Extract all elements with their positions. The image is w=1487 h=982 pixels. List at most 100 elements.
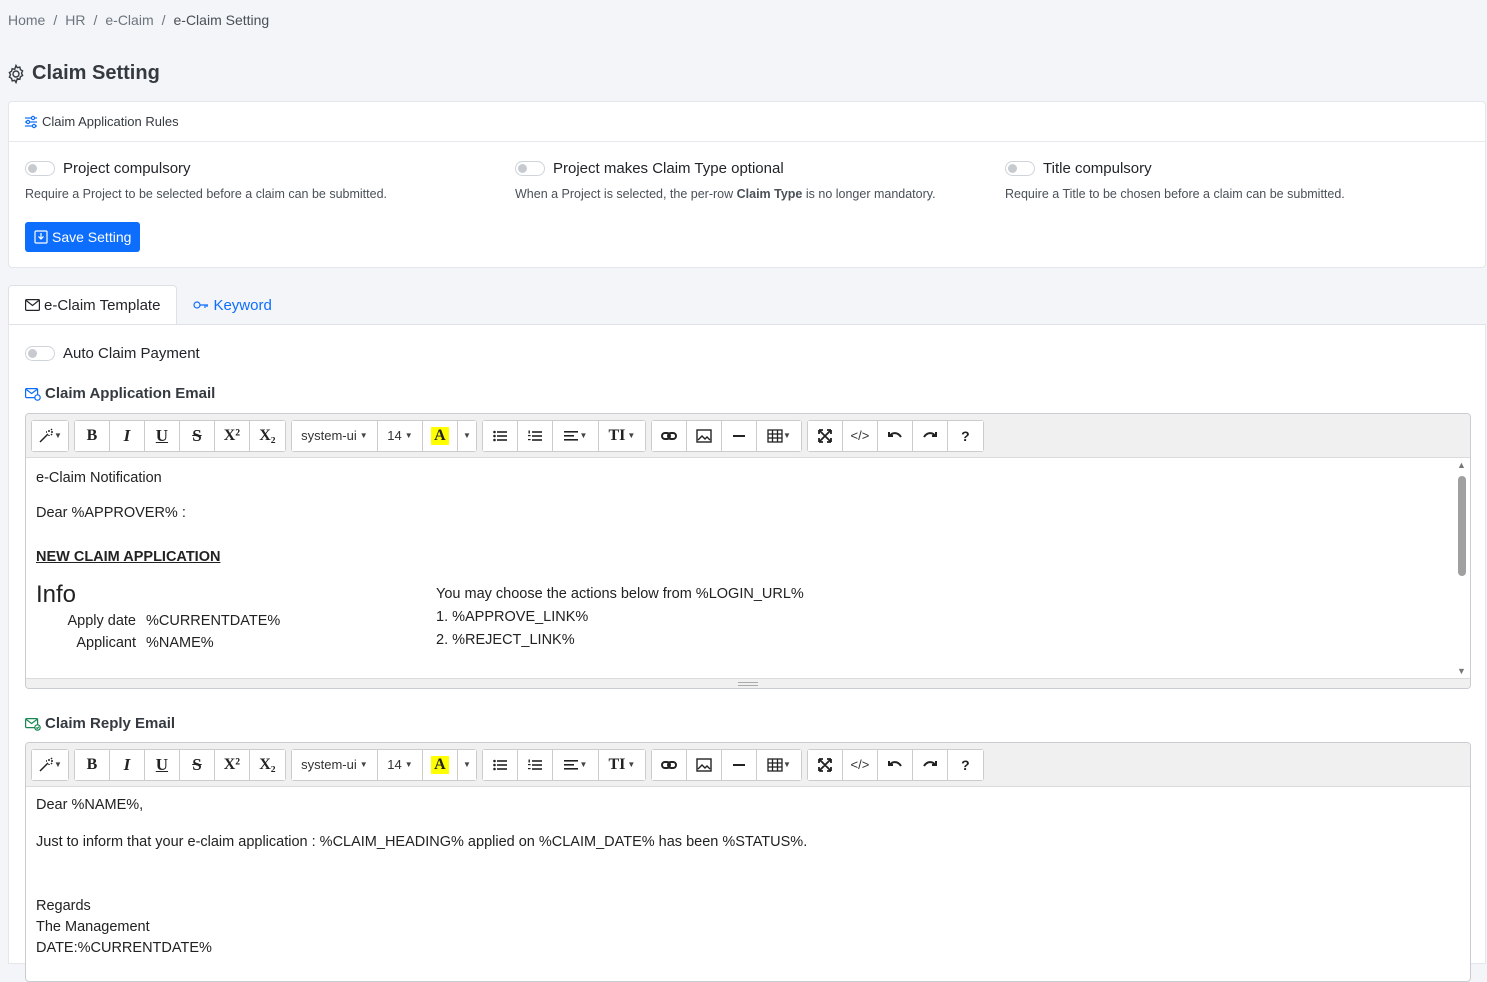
breadcrumb-separator: / [53, 12, 58, 28]
horizontal-rule-button[interactable] [721, 749, 757, 780]
reply-regards: Regards [36, 898, 91, 914]
ordered-list-button[interactable] [517, 420, 553, 451]
email-action-reject: 2. %REJECT_LINK% [436, 632, 575, 648]
toolbar-group-format: B I U S X² X₂ [73, 419, 286, 452]
bold-button[interactable]: B [74, 420, 110, 451]
email-action-approve: 1. %APPROVE_LINK% [436, 609, 589, 625]
font-size-dropdown[interactable]: 14 ▼ [377, 420, 423, 451]
magic-wand-button[interactable]: ▼ [32, 749, 68, 780]
subscript-button[interactable]: X₂ [249, 420, 285, 451]
italic-button[interactable]: I [109, 749, 145, 780]
font-family-dropdown[interactable]: system-ui ▼ [291, 749, 378, 780]
text-style-dropdown[interactable]: TI ▼ [598, 420, 645, 451]
insert-table-dropdown[interactable]: ▼ [756, 420, 801, 451]
breadcrumb-eclaim[interactable]: e-Claim [105, 12, 153, 28]
toolbar-group-style: ▼ [31, 419, 69, 452]
expand-icon [818, 428, 832, 443]
strikethrough-button[interactable]: S [179, 749, 215, 780]
paragraph-align-dropdown[interactable]: ▼ [552, 420, 599, 451]
gear-icon [8, 63, 24, 84]
unordered-list-button[interactable] [482, 420, 518, 451]
insert-link-button[interactable] [651, 749, 687, 780]
auto-claim-payment-toggle[interactable] [25, 346, 55, 361]
tab-eclaim-template[interactable]: e-Claim Template [8, 285, 178, 325]
breadcrumb-separator: / [93, 12, 98, 28]
help-button[interactable]: ? [947, 749, 983, 780]
highlight-color-dropdown[interactable]: ▼ [457, 749, 476, 780]
code-view-button[interactable]: </> [842, 749, 878, 780]
font-family-dropdown[interactable]: system-ui ▼ [291, 420, 378, 451]
bold-button[interactable]: B [74, 749, 110, 780]
strikethrough-button[interactable]: S [179, 420, 215, 451]
claim-application-rules-card: Claim Application Rules Project compulso… [8, 101, 1486, 268]
code-view-button[interactable]: </> [842, 420, 878, 451]
breadcrumb-hr[interactable]: HR [65, 12, 85, 28]
redo-button[interactable] [912, 420, 948, 451]
italic-button[interactable]: I [109, 420, 145, 451]
tab-keyword[interactable]: Keyword [177, 285, 287, 325]
bullet-list-icon [493, 430, 507, 441]
magic-wand-button[interactable]: ▼ [32, 420, 68, 451]
claim-application-email-title: Claim Application Email [25, 385, 215, 402]
caret-down-icon: ▼ [782, 431, 791, 440]
scrollbar-thumb[interactable] [1458, 476, 1466, 576]
save-setting-button[interactable]: Save Setting [25, 222, 141, 252]
sliders-icon [25, 115, 37, 128]
save-setting-label: Save Setting [52, 229, 132, 245]
subscript-button[interactable]: X₂ [249, 749, 285, 780]
section-title-text: Claim Application Email [45, 385, 216, 402]
table-icon [767, 428, 783, 443]
claim-reply-email-content[interactable]: Dear %NAME%, Just to inform that your e-… [26, 787, 1470, 981]
highlight-color-button[interactable]: A [422, 420, 458, 451]
editor-resize-handle[interactable] [26, 678, 1470, 688]
superscript-button[interactable]: X² [214, 749, 250, 780]
highlight-color-button[interactable]: A [422, 749, 458, 780]
fullscreen-button[interactable] [807, 420, 843, 451]
claim-application-email-content[interactable]: e-Claim Notification Dear %APPROVER% : N… [26, 458, 1470, 678]
underline-button[interactable]: U [144, 420, 180, 451]
project-compulsory-toggle[interactable] [25, 161, 55, 176]
scroll-up-arrow-icon[interactable]: ▲ [1457, 460, 1466, 470]
rule-description-post: is no longer mandatory. [802, 187, 936, 201]
insert-image-button[interactable] [686, 420, 722, 451]
text-style-dropdown[interactable]: TI ▼ [598, 749, 645, 780]
breadcrumb-home[interactable]: Home [8, 12, 45, 28]
insert-image-button[interactable] [686, 749, 722, 780]
underline-button[interactable]: U [144, 749, 180, 780]
undo-button[interactable] [877, 420, 913, 451]
undo-button[interactable] [877, 749, 913, 780]
font-size-dropdown[interactable]: 14 ▼ [377, 749, 423, 780]
unordered-list-button[interactable] [482, 749, 518, 780]
undo-icon [887, 431, 902, 438]
title-compulsory-toggle[interactable] [1005, 161, 1035, 176]
caret-down-icon: ▼ [579, 431, 588, 440]
image-icon [696, 428, 712, 443]
auto-claim-label: Auto Claim Payment [63, 345, 200, 362]
info-row-value: %CURRENTDATE% [146, 613, 281, 629]
redo-button[interactable] [912, 749, 948, 780]
align-left-icon [564, 759, 579, 770]
reply-body: Just to inform that your e-claim applica… [36, 834, 808, 850]
horizontal-rule-button[interactable] [721, 420, 757, 451]
auto-claim-payment: Auto Claim Payment [25, 345, 200, 362]
rule-project-compulsory: Project compulsory Require a Project to … [25, 142, 387, 201]
key-icon [193, 301, 209, 309]
fullscreen-button[interactable] [807, 749, 843, 780]
insert-table-dropdown[interactable]: ▼ [756, 749, 801, 780]
superscript-button[interactable]: X² [214, 420, 250, 451]
caret-down-icon: ▼ [359, 431, 368, 440]
paragraph-align-dropdown[interactable]: ▼ [552, 749, 599, 780]
editor-scrollbar[interactable]: ▲ ▼ [1453, 458, 1470, 678]
tab-label: Keyword [213, 296, 272, 314]
help-button[interactable]: ? [947, 420, 983, 451]
scroll-down-arrow-icon[interactable]: ▼ [1457, 666, 1466, 676]
insert-link-button[interactable] [651, 420, 687, 451]
numbered-list-icon [527, 430, 542, 441]
highlight-color-dropdown[interactable]: ▼ [457, 420, 476, 451]
breadcrumb-separator: / [161, 12, 166, 28]
ordered-list-button[interactable] [517, 749, 553, 780]
font-size-value: 14 [387, 757, 402, 772]
save-icon [34, 230, 48, 244]
project-claim-type-optional-toggle[interactable] [515, 161, 545, 176]
claim-reply-email-editor: ▼ B I U S X² X₂ system-ui ▼ 14 ▼ A ▼ ▼ T… [25, 742, 1471, 982]
